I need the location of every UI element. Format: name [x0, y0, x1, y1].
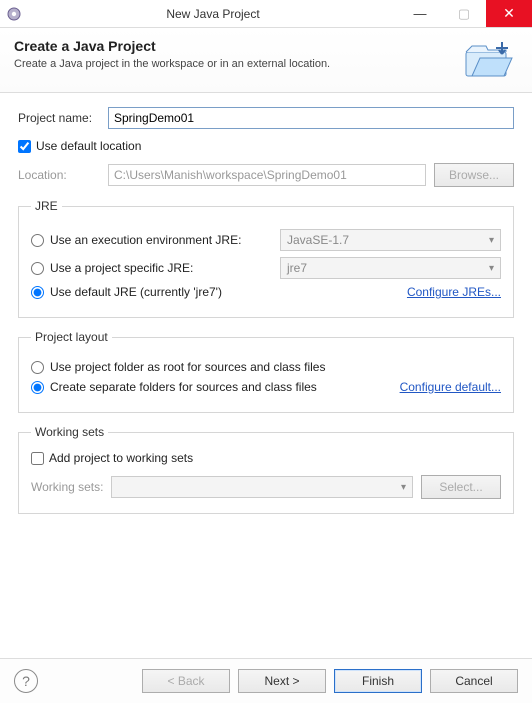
separate-folders-label: Create separate folders for sources and …	[50, 380, 317, 394]
app-icon	[0, 0, 28, 28]
configure-default-link[interactable]: Configure default...	[400, 380, 501, 394]
project-specific-label: Use a project specific JRE:	[50, 261, 280, 275]
chevron-down-icon: ▾	[489, 235, 494, 246]
configure-jres-link[interactable]: Configure JREs...	[407, 285, 501, 299]
working-sets-legend: Working sets	[31, 425, 108, 439]
banner-heading: Create a Java Project	[14, 38, 458, 54]
project-layout-group: Project layout Use project folder as roo…	[18, 330, 514, 413]
separate-folders-radio[interactable]	[31, 381, 44, 394]
exec-env-label: Use an execution environment JRE:	[50, 233, 280, 247]
use-default-location-checkbox[interactable]	[18, 140, 31, 153]
banner: Create a Java Project Create a Java proj…	[0, 28, 532, 93]
finish-button[interactable]: Finish	[334, 669, 422, 693]
default-jre-label: Use default JRE (currently 'jre7')	[50, 285, 222, 299]
working-sets-combo-label: Working sets:	[31, 480, 111, 494]
back-button: < Back	[142, 669, 230, 693]
banner-subtext: Create a Java project in the workspace o…	[14, 58, 458, 70]
browse-button: Browse...	[434, 163, 514, 187]
minimize-button[interactable]: —	[398, 0, 442, 27]
add-to-working-sets-checkbox[interactable]	[31, 452, 44, 465]
next-button[interactable]: Next >	[238, 669, 326, 693]
jre-group: JRE Use an execution environment JRE: Ja…	[18, 199, 514, 318]
select-working-sets-button: Select...	[421, 475, 501, 499]
working-sets-combo: ▾	[111, 476, 413, 498]
default-jre-radio[interactable]	[31, 286, 44, 299]
project-specific-radio[interactable]	[31, 262, 44, 275]
chevron-down-icon: ▾	[401, 482, 406, 493]
project-specific-value: jre7	[287, 261, 307, 275]
project-name-label: Project name:	[18, 111, 108, 125]
exec-env-value: JavaSE-1.7	[287, 233, 349, 247]
layout-legend: Project layout	[31, 330, 112, 344]
close-button[interactable]: ✕	[486, 0, 532, 27]
root-folder-radio[interactable]	[31, 361, 44, 374]
add-to-working-sets-label: Add project to working sets	[49, 451, 193, 465]
location-input	[108, 164, 426, 186]
cancel-button[interactable]: Cancel	[430, 669, 518, 693]
folder-open-icon	[458, 38, 518, 82]
working-sets-group: Working sets Add project to working sets…	[18, 425, 514, 514]
location-label: Location:	[18, 168, 108, 182]
exec-env-combo: JavaSE-1.7 ▾	[280, 229, 501, 251]
content-area: Project name: Use default location Locat…	[0, 93, 532, 528]
window-title: New Java Project	[28, 7, 398, 21]
project-name-input[interactable]	[108, 107, 514, 129]
maximize-button[interactable]: ▢	[442, 0, 486, 27]
root-folder-label: Use project folder as root for sources a…	[50, 360, 325, 374]
footer: ? < Back Next > Finish Cancel	[0, 658, 532, 703]
project-specific-combo: jre7 ▾	[280, 257, 501, 279]
titlebar: New Java Project — ▢ ✕	[0, 0, 532, 28]
chevron-down-icon: ▾	[489, 263, 494, 274]
exec-env-radio[interactable]	[31, 234, 44, 247]
help-button[interactable]: ?	[14, 669, 38, 693]
jre-legend: JRE	[31, 199, 62, 213]
use-default-location-label: Use default location	[36, 139, 141, 153]
